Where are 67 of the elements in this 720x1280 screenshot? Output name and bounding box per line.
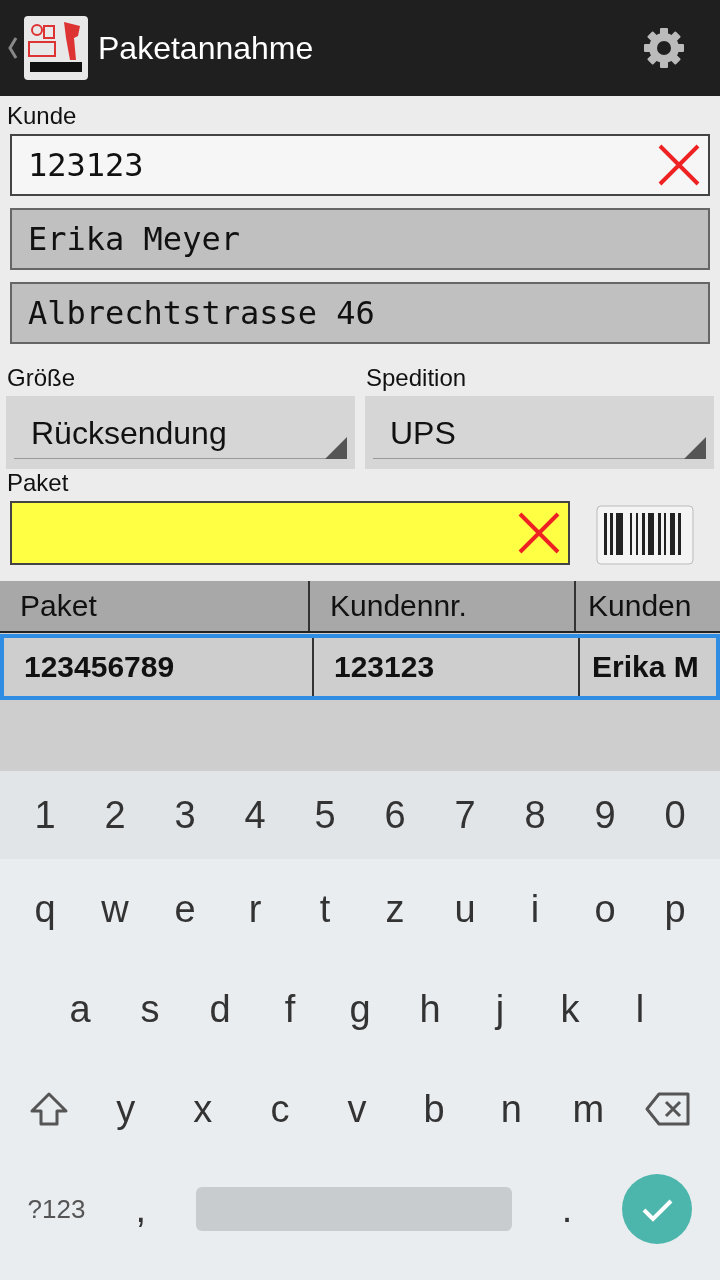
clear-icon[interactable]: [656, 142, 702, 188]
key[interactable]: l: [620, 987, 660, 1031]
column-header[interactable]: Paket: [0, 581, 310, 631]
key[interactable]: 1: [25, 793, 65, 837]
key[interactable]: r: [235, 887, 275, 931]
key[interactable]: k: [550, 987, 590, 1031]
key[interactable]: 8: [515, 793, 555, 837]
symbols-key[interactable]: ?123: [27, 1193, 86, 1225]
key[interactable]: p: [655, 887, 695, 931]
key[interactable]: q: [25, 887, 65, 931]
key[interactable]: x: [182, 1087, 223, 1131]
field-label: Spedition: [366, 364, 467, 392]
dropdown[interactable]: UPS: [365, 396, 714, 469]
column-header[interactable]: Kundennr.: [310, 581, 576, 631]
screen-title: Paketannahme: [98, 29, 315, 67]
key[interactable]: 6: [375, 793, 415, 837]
dropdown-arrow-icon: [684, 437, 706, 459]
key[interactable]: 0: [655, 793, 695, 837]
key[interactable]: h: [410, 987, 450, 1031]
key[interactable]: 2: [95, 793, 135, 837]
key[interactable]: c: [259, 1087, 300, 1131]
key[interactable]: 5: [305, 793, 345, 837]
customer-number-field[interactable]: 123123: [10, 134, 710, 196]
logo-icon[interactable]: [24, 16, 88, 80]
key[interactable]: .: [547, 1187, 588, 1231]
key[interactable]: g: [340, 987, 380, 1031]
table-cell: 123123: [314, 638, 580, 696]
key[interactable]: e: [165, 887, 205, 931]
key[interactable]: 3: [165, 793, 205, 837]
key[interactable]: f: [270, 987, 310, 1031]
dropdown[interactable]: Rücksendung: [6, 396, 355, 469]
field-label: Kunde: [7, 102, 77, 130]
key[interactable]: y: [105, 1087, 146, 1131]
key[interactable]: z: [375, 887, 415, 931]
key[interactable]: ,: [120, 1187, 161, 1231]
key[interactable]: u: [445, 887, 485, 931]
field-label: Größe: [7, 364, 75, 392]
key[interactable]: s: [130, 987, 170, 1031]
backspace-icon[interactable]: [645, 1092, 692, 1126]
key[interactable]: i: [515, 887, 555, 931]
street-field: Albrechtstrasse 46: [10, 282, 710, 344]
table-cell-text: Erika M: [591, 649, 699, 685]
field-label: Paket: [7, 469, 69, 497]
dropdown-arrow-icon: [325, 437, 347, 459]
key[interactable]: t: [305, 887, 345, 931]
key[interactable]: 7: [445, 793, 485, 837]
key[interactable]: d: [200, 987, 240, 1031]
key[interactable]: 9: [585, 793, 625, 837]
table-cell: 123456789: [4, 638, 314, 696]
key[interactable]: 4: [235, 793, 275, 837]
back-icon[interactable]: [8, 36, 18, 60]
key[interactable]: a: [60, 987, 100, 1031]
package-field[interactable]: [10, 501, 570, 565]
customer-name-field: Erika Meyer: [10, 208, 710, 270]
barcode-icon[interactable]: [596, 505, 694, 565]
settings-icon[interactable]: [642, 26, 686, 70]
column-header[interactable]: Kunden: [576, 581, 692, 631]
key[interactable]: b: [414, 1087, 455, 1131]
shift-icon[interactable]: [28, 1091, 69, 1127]
key[interactable]: w: [95, 887, 135, 931]
table-row[interactable]: 123456789 123123 Erika M: [0, 634, 720, 700]
key[interactable]: n: [491, 1087, 532, 1131]
key[interactable]: v: [337, 1087, 377, 1131]
clear-icon[interactable]: [516, 510, 562, 556]
key[interactable]: m: [568, 1087, 609, 1131]
key[interactable]: o: [585, 887, 625, 931]
key[interactable]: j: [480, 987, 520, 1031]
